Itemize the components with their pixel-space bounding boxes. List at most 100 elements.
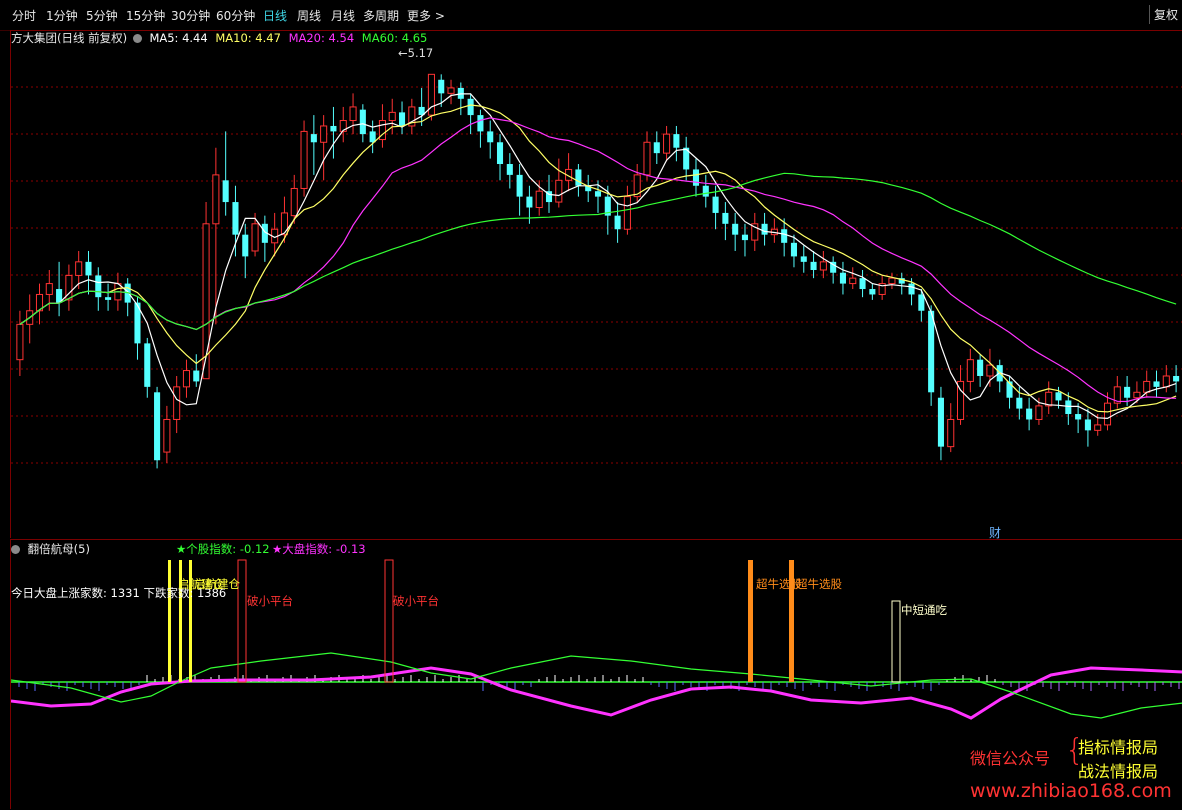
kline-panel[interactable]: [10, 30, 1182, 538]
candle-down: [859, 278, 866, 290]
candle-up: [849, 277, 857, 285]
candle-down: [1173, 375, 1180, 382]
signal-super-bull-2: 超牛选股: [796, 577, 842, 591]
candle-up: [300, 130, 308, 189]
candle-down: [85, 261, 92, 276]
candle-up: [182, 370, 191, 388]
candle-up: [1143, 380, 1151, 393]
candle-up: [280, 212, 288, 236]
market-index-line: [11, 666, 1182, 720]
candle-up: [251, 223, 259, 252]
candle-down: [232, 202, 239, 235]
signal-break-platform-1: 破小平台: [247, 594, 293, 608]
candle-up: [75, 261, 83, 276]
candle-up: [320, 125, 328, 143]
candle-down: [918, 294, 925, 311]
watermark-line1: 指标情报局: [1078, 738, 1159, 757]
candle-up: [1162, 375, 1170, 388]
candle-down: [526, 196, 533, 208]
candle-down: [692, 169, 700, 186]
tab-monthly[interactable]: 月线: [331, 7, 355, 24]
candle-up: [966, 359, 974, 382]
candle-down: [1055, 392, 1062, 401]
candle-up: [388, 111, 396, 122]
candle-down: [702, 185, 709, 197]
candle-down: [222, 180, 229, 203]
candle-up: [643, 141, 651, 176]
tab-multi-period[interactable]: 多周期: [363, 7, 399, 24]
tab-5min[interactable]: 5分钟: [86, 7, 118, 24]
candle-up: [819, 261, 827, 271]
candle-up: [623, 196, 631, 230]
tab-60min[interactable]: 60分钟: [216, 7, 255, 24]
tab-fenshi[interactable]: 分时: [12, 7, 36, 24]
candle-down: [1084, 419, 1091, 431]
signal-bar-yellow: [168, 560, 171, 682]
candle-up: [1103, 402, 1112, 426]
candle-up: [663, 133, 671, 154]
signal-bar-orange: [748, 560, 753, 682]
settings-dropdown-icon[interactable]: [132, 34, 142, 43]
stock-index-label: ★个股指数: -0.12: [176, 542, 270, 556]
candle-down: [800, 256, 807, 262]
candle-up: [1035, 405, 1043, 420]
tab-more[interactable]: 更多 >: [407, 7, 445, 24]
kline-chart[interactable]: [11, 31, 1182, 539]
main-info-bar: 方大集团(日线 前复权) MA5: 4.44 MA10: 4.47 MA20: …: [11, 30, 427, 46]
candle-down: [398, 112, 406, 126]
candle-down: [330, 125, 337, 132]
candle-down: [1065, 400, 1072, 415]
signal-short-term: 中短通吃: [901, 603, 947, 617]
candle-down: [477, 115, 484, 132]
market-index-label: ★大盘指数: -0.13: [272, 542, 366, 556]
tab-30min[interactable]: 30分钟: [171, 7, 210, 24]
tab-weekly[interactable]: 周线: [297, 7, 321, 24]
candle-up: [947, 418, 955, 448]
candle-down: [506, 164, 513, 175]
candle-up: [212, 174, 220, 225]
candle-down: [310, 134, 317, 143]
candle-down: [95, 275, 102, 298]
high-price-label: ←5.17: [398, 46, 434, 60]
candle-down: [144, 343, 151, 387]
tab-1min[interactable]: 1分钟: [46, 7, 78, 24]
candle-down: [438, 79, 445, 94]
candle-up: [290, 187, 298, 217]
candle-down: [928, 310, 935, 393]
ma20-line: [19, 117, 1177, 403]
candle-up: [986, 364, 994, 377]
candle-down: [908, 283, 915, 295]
watermark-url: www.zhibiao168.com: [970, 780, 1172, 802]
watermark-wechat: 微信公众号: [970, 749, 1051, 768]
signal-bar-outline: [891, 600, 901, 683]
ma10-label: MA10: 4.47: [215, 31, 281, 45]
tab-15min[interactable]: 15分钟: [126, 7, 165, 24]
candle-up: [888, 277, 896, 285]
candle-down: [977, 359, 984, 376]
candle-down: [1026, 408, 1033, 420]
candle-up: [447, 87, 455, 94]
watermark-line2: 战法情报局: [1078, 762, 1159, 781]
signal-bar-red-outline: [384, 559, 394, 683]
candle-down: [673, 134, 680, 148]
candle-up: [16, 323, 24, 361]
candle-up: [535, 190, 543, 208]
ma20-label: MA20: 4.54: [288, 31, 355, 45]
candle-down: [154, 392, 161, 461]
indicator-title: 翻倍航母(5): [27, 542, 90, 556]
candle-down: [516, 174, 523, 197]
candle-up: [1133, 391, 1141, 399]
candle-down: [487, 131, 494, 143]
indicator-settings-icon[interactable]: [11, 545, 20, 554]
candle-up: [349, 106, 357, 122]
candle-down: [869, 289, 876, 295]
candle-down: [790, 242, 798, 257]
candle-down: [781, 229, 788, 243]
candle-down: [761, 223, 768, 235]
candle-down: [653, 142, 660, 154]
stock-index-line: [11, 652, 1182, 719]
candle-down: [722, 212, 729, 224]
candle-down: [732, 223, 739, 235]
tab-daily[interactable]: 日线: [263, 7, 287, 24]
adjust-button[interactable]: 复权: [1148, 5, 1182, 24]
